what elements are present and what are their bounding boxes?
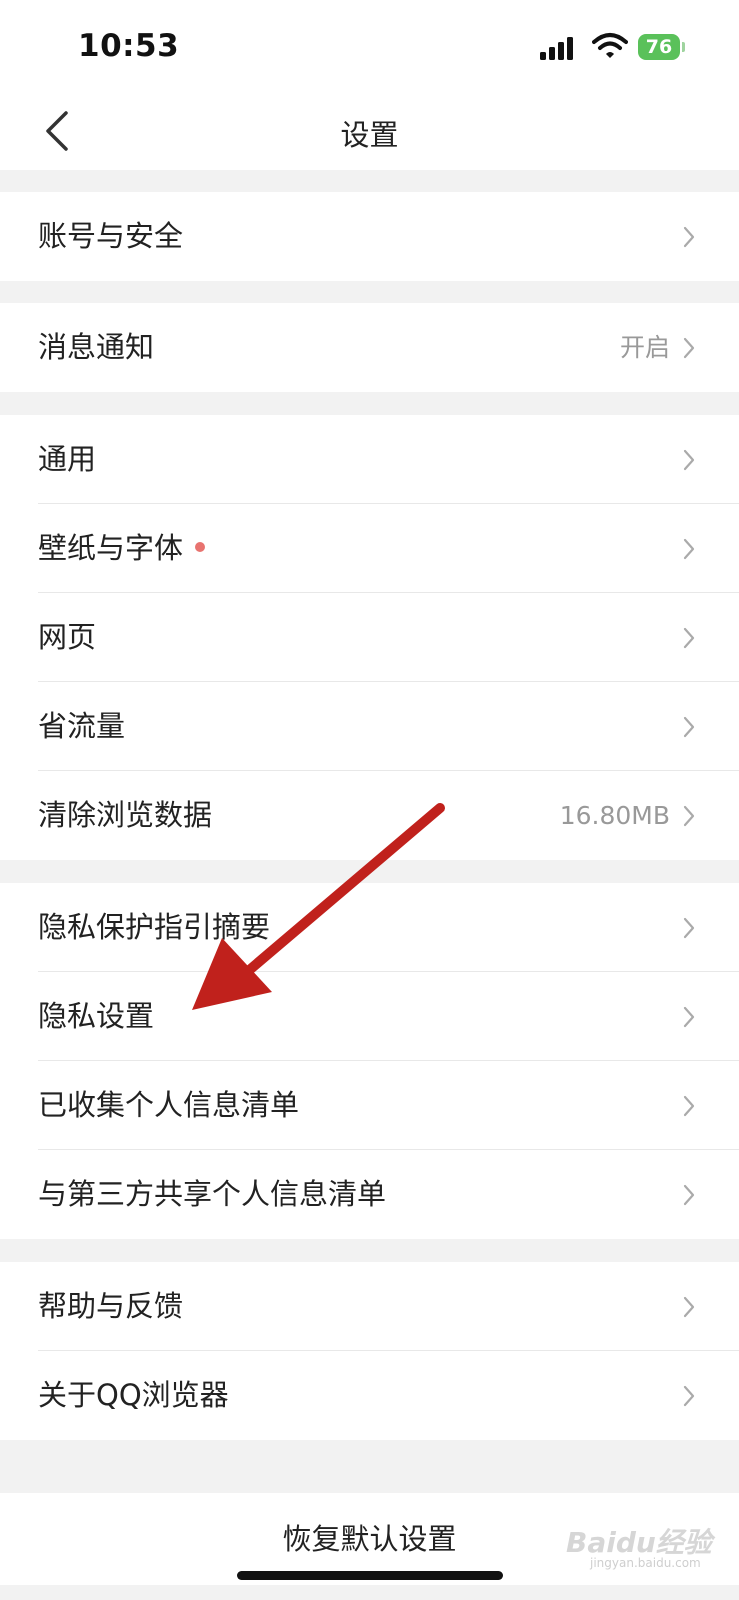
settings-item-general[interactable]: 通用 xyxy=(0,415,739,504)
settings-item-label: 已收集个人信息清单 xyxy=(38,1088,300,1122)
chevron-right-icon xyxy=(683,627,695,649)
settings-item-label: 通用 xyxy=(38,442,97,476)
settings-item-clear-browsing-data[interactable]: 清除浏览数据 16.80MB xyxy=(0,771,739,860)
settings-item-label: 省流量 xyxy=(38,709,126,743)
settings-item-label-wrap: 壁纸与字体 xyxy=(38,504,206,593)
group-help: 帮助与反馈 关于QQ浏览器 xyxy=(0,1262,739,1440)
nav-bar: 设置 xyxy=(0,92,739,170)
settings-item-label: 消息通知 xyxy=(38,330,155,364)
status-time: 10:53 xyxy=(78,28,180,64)
settings-item-account-security[interactable]: 账号与安全 xyxy=(0,192,739,281)
settings-item-value: 开启 xyxy=(619,333,670,362)
settings-item-data-saver[interactable]: 省流量 xyxy=(0,682,739,771)
settings-item-label: 与第三方共享个人信息清单 xyxy=(38,1177,387,1211)
settings-item-collected-info-list[interactable]: 已收集个人信息清单 xyxy=(0,1061,739,1150)
baidu-watermark-url: jingyan.baidu.com xyxy=(590,1556,701,1570)
status-bar: 10:53 76 xyxy=(0,0,739,92)
settings-item-label: 帮助与反馈 xyxy=(38,1289,184,1323)
cellular-signal-icon xyxy=(540,36,574,60)
settings-item-label: 关于QQ浏览器 xyxy=(38,1378,229,1412)
settings-item-value: 16.80MB xyxy=(559,801,670,830)
settings-item-label: 网页 xyxy=(38,620,97,654)
page-title: 设置 xyxy=(340,118,399,152)
settings-item-privacy-summary[interactable]: 隐私保护指引摘要 xyxy=(0,883,739,972)
wifi-icon xyxy=(592,33,628,58)
chevron-right-icon xyxy=(683,1296,695,1318)
settings-item-help-feedback[interactable]: 帮助与反馈 xyxy=(0,1262,739,1351)
settings-item-third-party-sharing-list[interactable]: 与第三方共享个人信息清单 xyxy=(0,1150,739,1239)
chevron-right-icon xyxy=(683,1184,695,1206)
battery-icon: 76 xyxy=(638,34,686,62)
chevron-right-icon xyxy=(683,1385,695,1407)
settings-item-privacy-settings[interactable]: 隐私设置 xyxy=(0,972,739,1061)
chevron-right-icon xyxy=(683,917,695,939)
settings-item-label: 清除浏览数据 xyxy=(38,798,213,832)
settings-item-label: 隐私保护指引摘要 xyxy=(38,910,271,944)
home-indicator xyxy=(237,1571,503,1580)
chevron-right-icon xyxy=(683,1006,695,1028)
settings-item-label: 账号与安全 xyxy=(38,219,184,253)
baidu-watermark: Baidu经验 xyxy=(566,1526,712,1559)
group-account: 账号与安全 xyxy=(0,192,739,281)
chevron-right-icon xyxy=(683,337,695,359)
chevron-right-icon xyxy=(683,449,695,471)
battery-level: 76 xyxy=(638,34,680,60)
group-privacy: 隐私保护指引摘要 隐私设置 已收集个人信息清单 与第三方共享个人信息清单 xyxy=(0,883,739,1239)
settings-item-about[interactable]: 关于QQ浏览器 xyxy=(0,1351,739,1440)
chevron-right-icon xyxy=(683,716,695,738)
settings-item-wallpaper-font[interactable]: 壁纸与字体 xyxy=(0,504,739,593)
group-general: 通用 壁纸与字体 网页 省流量 清除浏览数据 16.80MB xyxy=(0,415,739,860)
settings-item-notifications[interactable]: 消息通知 开启 xyxy=(0,303,739,392)
settings-item-label: 壁纸与字体 xyxy=(38,531,184,565)
chevron-right-icon xyxy=(683,1095,695,1117)
chevron-right-icon xyxy=(683,805,695,827)
chevron-right-icon xyxy=(683,538,695,560)
chevron-right-icon xyxy=(683,226,695,248)
settings-item-webpage[interactable]: 网页 xyxy=(0,593,739,682)
new-badge-dot xyxy=(195,542,206,552)
group-notifications: 消息通知 开启 xyxy=(0,303,739,392)
settings-item-label: 隐私设置 xyxy=(38,999,155,1033)
